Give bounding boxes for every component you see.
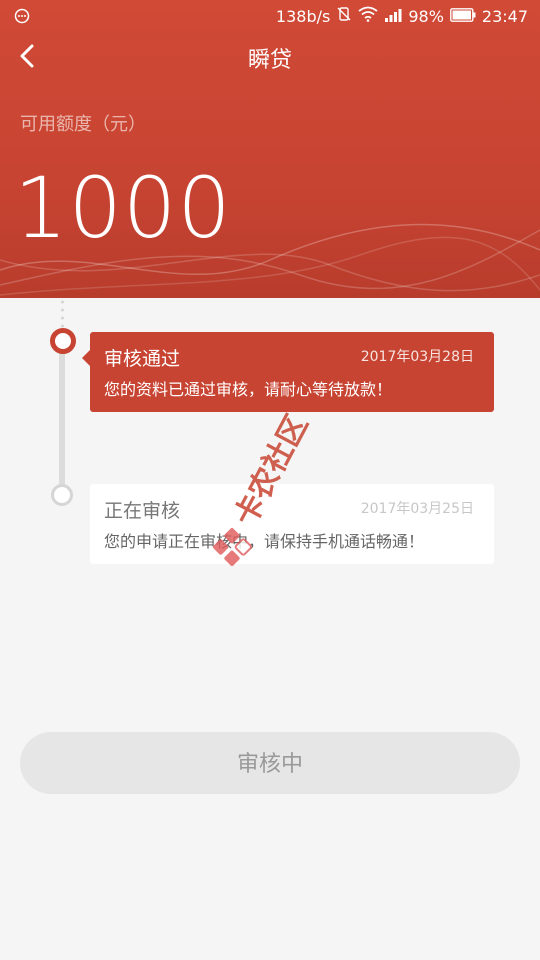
battery-percent: 98% [408, 6, 444, 26]
card-date: 2017年03月25日 [360, 501, 474, 517]
wifi-icon [358, 6, 378, 26]
review-timeline: 审核通过 2017年03月28日 您的资料已通过审核，请耐心等待放款！ 正在审核… [0, 298, 540, 628]
card-title: 正在审核 [104, 500, 181, 522]
card-date: 2017年03月28日 [360, 349, 474, 365]
signal-icon [384, 7, 402, 26]
header: 138b/s 98% 23:47 瞬贷 可用额度（元） 1000 [0, 0, 540, 298]
timeline-node-approved [50, 328, 76, 354]
review-status-button[interactable]: 审核中 [20, 732, 520, 794]
card-description: 您的申请正在审核中，请保持手机通话畅通！ [104, 532, 425, 551]
network-speed: 138b/s [275, 6, 331, 26]
timeline-card-reviewing: 正在审核 2017年03月25日 您的申请正在审核中，请保持手机通话畅通！ [90, 484, 494, 564]
timeline-track [59, 340, 65, 490]
battery-icon [449, 7, 476, 26]
message-icon [14, 8, 30, 28]
timeline-node-reviewing [51, 484, 73, 506]
quota-value: 1000 [14, 159, 232, 257]
card-title: 审核通过 [104, 348, 181, 370]
vibrate-off-icon [336, 6, 352, 26]
card-description: 您的资料已通过审核，请耐心等待放款！ [104, 380, 393, 399]
page-title: 瞬贷 [247, 48, 292, 73]
quota-label: 可用额度（元） [20, 114, 146, 135]
clock: 23:47 [481, 6, 528, 26]
nav-bar: 瞬贷 [0, 32, 540, 82]
status-bar: 138b/s 98% 23:47 [0, 0, 540, 32]
timeline-card-approved: 审核通过 2017年03月28日 您的资料已通过审核，请耐心等待放款！ [82, 332, 494, 412]
